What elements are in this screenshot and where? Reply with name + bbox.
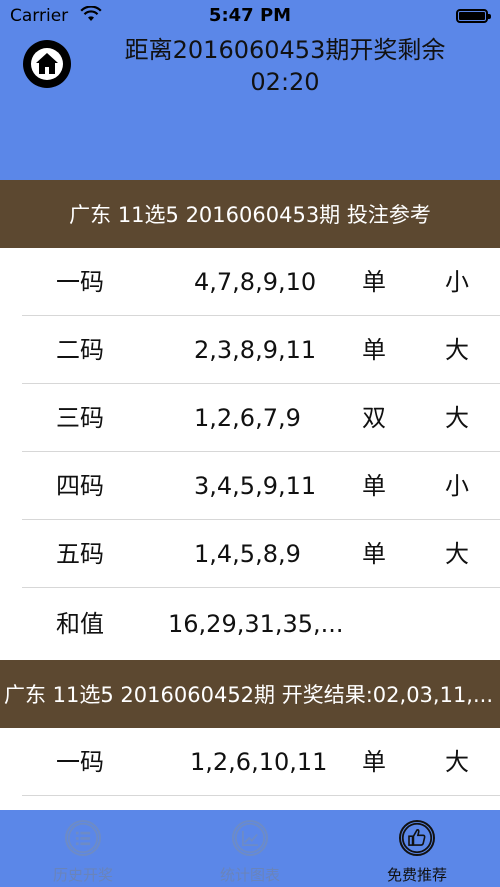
row-odd-even: 单 [362, 748, 386, 776]
home-button[interactable] [23, 40, 71, 88]
row-numbers: 16,29,31,35,... [168, 610, 344, 638]
table-row: 五码 1,4,5,8,9 单 大 [22, 520, 500, 588]
row-numbers: 4,7,8,9,10 [194, 268, 317, 296]
row-label: 二码 [56, 336, 104, 364]
row-label: 三码 [56, 404, 104, 432]
table-row: 一码 1,2,6,10,11 单 大 [22, 728, 500, 796]
countdown-timer: 02:20 [250, 68, 320, 96]
row-big-small: 大 [445, 540, 469, 568]
tab-label: 历史开奖 [52, 866, 113, 884]
row-odd-even: 双 [362, 404, 386, 432]
row-label: 一码 [56, 748, 104, 776]
tab-free-recommend[interactable]: 免费推荐 [334, 810, 500, 887]
row-big-small: 大 [445, 748, 469, 776]
header: Carrier 5:47 PM 距离2016060453期开奖剩余 02:20 [0, 0, 500, 180]
row-label: 五码 [56, 540, 104, 568]
table-row: 四码 3,4,5,9,11 单 小 [22, 452, 500, 520]
row-big-small: 大 [445, 336, 469, 364]
tab-label: 统计图表 [219, 866, 280, 884]
section-header-reference: 广东 11选5 2016060453期 投注参考 [0, 180, 500, 248]
tab-bar: 历史开奖 统计图表 免费推荐 [0, 810, 500, 887]
row-big-small: 大 [445, 404, 469, 432]
list-icon [65, 820, 101, 856]
table-row: 三码 1,2,6,7,9 双 大 [22, 384, 500, 452]
section-title: 广东 11选5 2016060453期 投注参考 [69, 203, 431, 227]
status-bar: Carrier 5:47 PM [0, 0, 500, 34]
thumbs-up-icon [399, 820, 435, 856]
row-odd-even: 单 [362, 268, 386, 296]
chart-icon [232, 820, 268, 856]
tab-charts[interactable]: 统计图表 [167, 810, 333, 887]
table-row: 和值 16,29,31,35,... [22, 588, 500, 660]
section-title: 广东 11选5 2016060452期 开奖结果:02,03,11,... [4, 683, 494, 707]
home-icon [31, 48, 63, 80]
table-row: 一码 4,7,8,9,10 单 小 [22, 248, 500, 316]
row-label: 和值 [56, 610, 104, 638]
section-header-results: 广东 11选5 2016060452期 开奖结果:02,03,11,... [0, 660, 500, 728]
row-numbers: 1,4,5,8,9 [194, 540, 301, 568]
row-numbers: 3,4,5,9,11 [194, 472, 317, 500]
row-numbers: 1,2,6,10,11 [190, 748, 328, 776]
countdown-period: 距离2016060453期开奖剩余 [124, 36, 446, 64]
row-odd-even: 单 [362, 472, 386, 500]
row-label: 四码 [56, 472, 104, 500]
battery-icon [456, 9, 491, 23]
row-big-small: 小 [445, 472, 469, 500]
countdown-text: 距离2016060453期开奖剩余 02:20 [70, 34, 500, 98]
row-odd-even: 单 [362, 336, 386, 364]
row-odd-even: 单 [362, 540, 386, 568]
row-numbers: 1,2,6,7,9 [194, 404, 301, 432]
status-time: 5:47 PM [208, 5, 292, 26]
tab-label: 免费推荐 [386, 866, 447, 884]
row-label: 一码 [56, 268, 104, 296]
table-row: 二码 2,3,8,9,11 单 大 [22, 316, 500, 384]
row-numbers: 2,3,8,9,11 [194, 336, 317, 364]
tab-history[interactable]: 历史开奖 [0, 810, 166, 887]
row-big-small: 小 [445, 268, 469, 296]
